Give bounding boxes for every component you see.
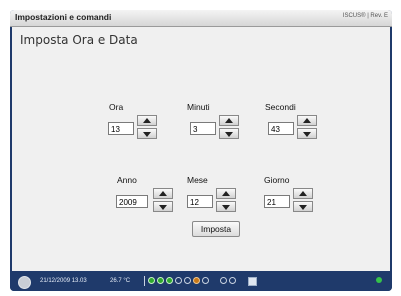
minutes-label: Minuti — [187, 102, 210, 112]
seconds-label: Secondi — [265, 102, 296, 112]
keyboard-icon[interactable] — [248, 277, 257, 286]
year-increment-button[interactable] — [153, 188, 173, 199]
apply-button[interactable]: Imposta — [192, 221, 240, 237]
hour-field[interactable]: 13 — [108, 122, 134, 135]
page-title: Imposta Ora e Data — [20, 33, 138, 47]
status-led-orange-icon — [193, 277, 200, 284]
app-window: Impostazioni e comandi ISCUS® | Rev. E I… — [10, 10, 392, 291]
hour-decrement-button[interactable] — [137, 128, 157, 139]
arrow-up-icon — [222, 191, 230, 196]
day-increment-button[interactable] — [293, 188, 313, 199]
status-led-off-icon — [175, 277, 182, 284]
status-bar: 21/12/2009 13.03 26.7 °C — [10, 272, 392, 291]
arrow-up-icon — [299, 191, 307, 196]
status-datetime: 21/12/2009 13.03 — [40, 278, 87, 284]
day-label: Giorno — [264, 175, 290, 185]
day-field[interactable]: 21 — [264, 195, 290, 208]
network-status-icon — [376, 277, 382, 283]
arrow-down-icon — [159, 205, 167, 210]
window-title: Impostazioni e comandi — [15, 12, 112, 22]
arrow-up-icon — [159, 191, 167, 196]
hour-increment-button[interactable] — [137, 115, 157, 126]
status-led-off-icon — [220, 277, 227, 284]
arrow-up-icon — [143, 118, 151, 123]
month-decrement-button[interactable] — [216, 201, 236, 212]
arrow-down-icon — [222, 205, 230, 210]
minutes-increment-button[interactable] — [219, 115, 239, 126]
status-led-green-icon — [148, 277, 155, 284]
status-led-green-icon — [166, 277, 173, 284]
arrow-down-icon — [143, 132, 151, 137]
hour-label: Ora — [109, 102, 124, 112]
minutes-field[interactable]: 3 — [190, 122, 216, 135]
status-led-off-icon — [202, 277, 209, 284]
seconds-increment-button[interactable] — [297, 115, 317, 126]
minutes-decrement-button[interactable] — [219, 128, 239, 139]
year-field[interactable]: 2009 — [116, 195, 148, 208]
arrow-down-icon — [225, 132, 233, 137]
seconds-field[interactable]: 43 — [268, 122, 294, 135]
year-decrement-button[interactable] — [153, 201, 173, 212]
status-divider — [144, 276, 145, 286]
arrow-up-icon — [303, 118, 311, 123]
arrow-down-icon — [303, 132, 311, 137]
title-bar: Impostazioni e comandi ISCUS® | Rev. E — [10, 10, 392, 27]
month-label: Mese — [187, 175, 208, 185]
month-field[interactable]: 12 — [187, 195, 213, 208]
year-label: Anno — [117, 175, 137, 185]
status-temperature: 26.7 °C — [110, 278, 131, 284]
status-led-off-icon — [184, 277, 191, 284]
arrow-down-icon — [299, 205, 307, 210]
power-icon[interactable] — [18, 276, 31, 289]
arrow-up-icon — [225, 118, 233, 123]
seconds-decrement-button[interactable] — [297, 128, 317, 139]
day-decrement-button[interactable] — [293, 201, 313, 212]
status-led-green-icon — [157, 277, 164, 284]
brand-logo: ISCUS® | Rev. E — [342, 13, 388, 19]
month-increment-button[interactable] — [216, 188, 236, 199]
status-led-off-icon — [229, 277, 236, 284]
